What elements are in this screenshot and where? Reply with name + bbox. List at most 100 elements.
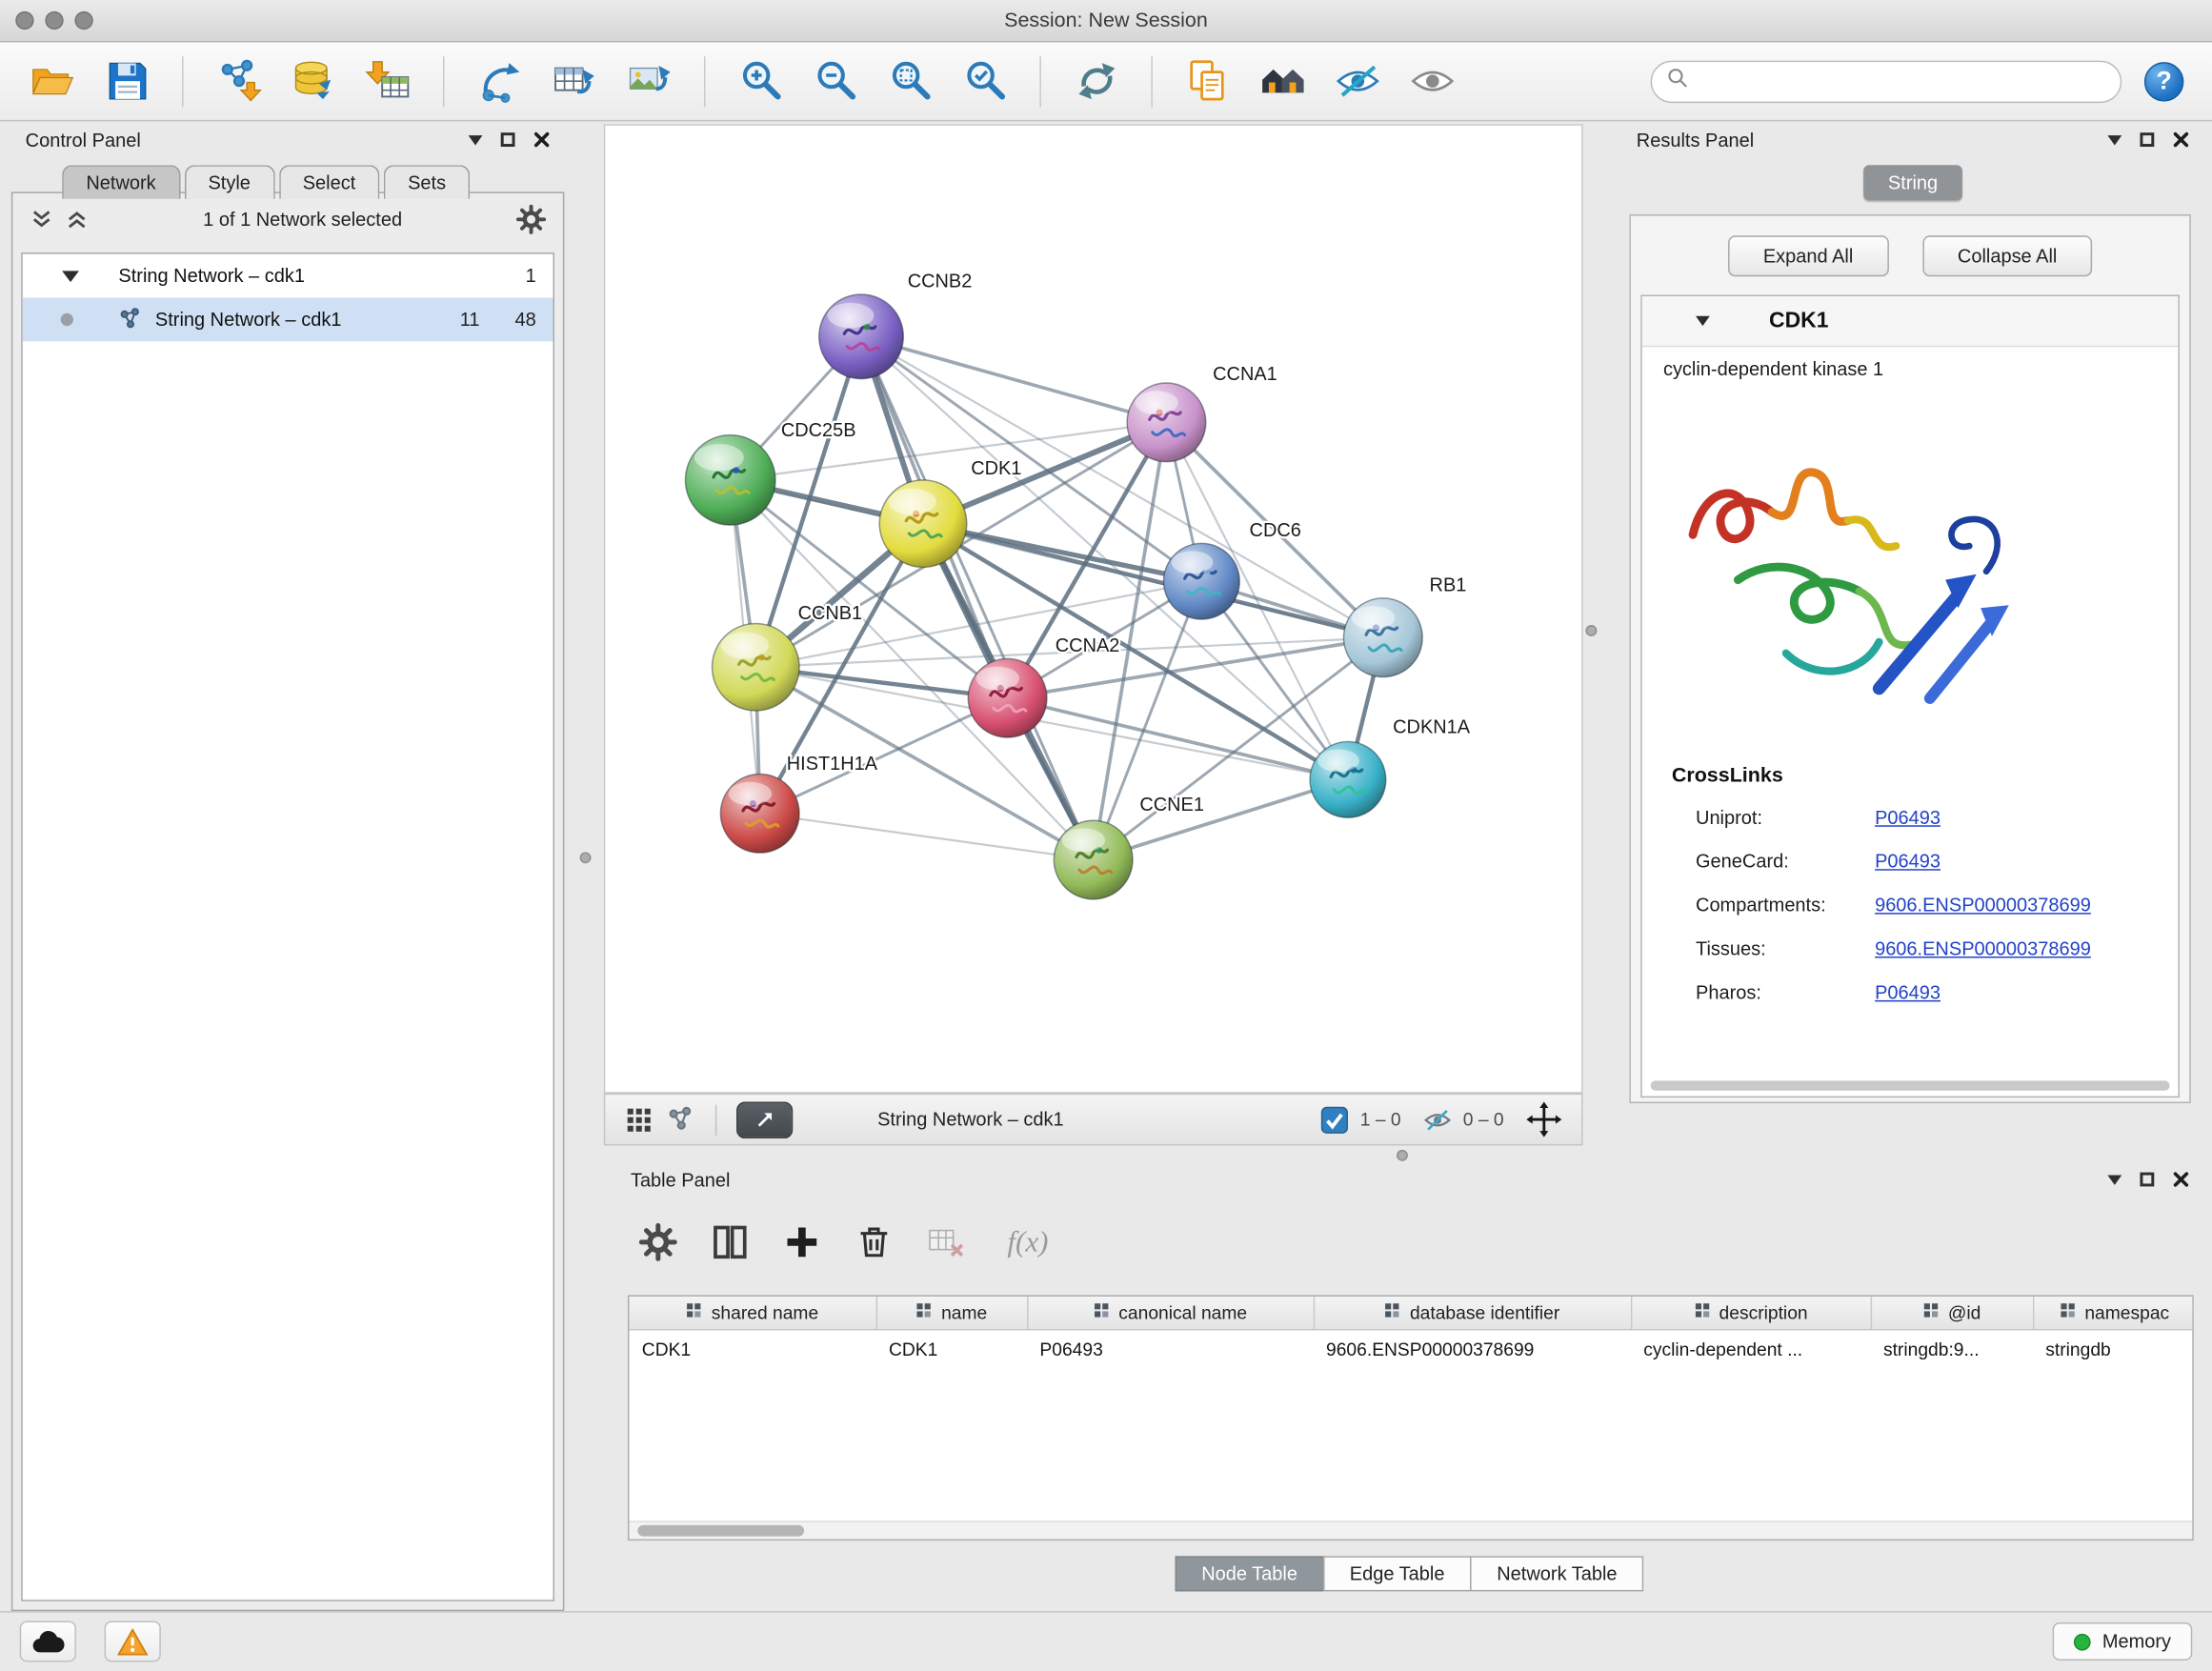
zoom-selected-button[interactable] (953, 50, 1017, 112)
search-box[interactable] (1651, 60, 2122, 102)
home-button[interactable] (1250, 50, 1315, 112)
crosslink-link[interactable]: 9606.ENSP00000378699 (1875, 938, 2091, 959)
table-cell[interactable]: CDK1 (629, 1330, 875, 1369)
export-network-button[interactable] (542, 50, 607, 112)
show-all-button[interactable] (1399, 50, 1464, 112)
string-results-tab[interactable]: String (1864, 165, 1962, 200)
grid-view-icon[interactable] (625, 1105, 654, 1134)
table-cell[interactable]: stringdb (2033, 1330, 2194, 1369)
expand-all-tree-icon[interactable] (30, 207, 53, 231)
delete-column-trash-icon[interactable] (855, 1222, 893, 1260)
network-canvas[interactable]: CCNB2CCNA1CDC25BCDK1CDC6RB1CCNB1CCNA2CDK… (604, 124, 1583, 1093)
panel-collapse-icon[interactable] (2107, 134, 2122, 144)
tab-edge-table[interactable]: Edge Table (1323, 1556, 1472, 1591)
panel-close-icon[interactable] (533, 131, 551, 149)
column-header-description[interactable]: description (1631, 1297, 1871, 1330)
copy-button[interactable] (1176, 50, 1240, 112)
network-node-CDC6[interactable] (1163, 543, 1239, 619)
column-header-name[interactable]: name (876, 1297, 1027, 1330)
network-graph[interactable]: CCNB2CCNA1CDC25BCDK1CDC6RB1CCNB1CCNA2CDK… (605, 126, 1581, 1092)
export-image-button[interactable] (616, 50, 681, 112)
table-horizontal-scrollbar[interactable] (629, 1520, 2192, 1539)
network-node-CDKN1A[interactable] (1310, 742, 1386, 818)
tab-node-table[interactable]: Node Table (1175, 1556, 1324, 1591)
network-node-CDC25B[interactable] (685, 435, 774, 525)
help-button[interactable]: ? (2144, 61, 2183, 100)
panel-close-icon[interactable] (2173, 131, 2190, 149)
refresh-button[interactable] (1064, 50, 1129, 112)
column-header-database-identifier[interactable]: database identifier (1314, 1297, 1631, 1330)
table-cell[interactable]: P06493 (1027, 1330, 1314, 1369)
function-builder-icon[interactable]: f(x) (1007, 1224, 1048, 1259)
network-overview-icon[interactable] (667, 1105, 695, 1134)
network-row[interactable]: String Network – cdk1 11 48 (23, 297, 553, 341)
tab-network-table[interactable]: Network Table (1470, 1556, 1644, 1591)
search-input[interactable] (1697, 70, 2105, 91)
collapse-all-button[interactable]: Collapse All (1922, 235, 2093, 276)
cloud-status-icon[interactable] (20, 1621, 76, 1662)
panel-collapse-icon[interactable] (2107, 1175, 2122, 1184)
network-node-HIST1H1A[interactable] (720, 774, 799, 853)
column-header-namespac[interactable]: namespac (2033, 1297, 2194, 1330)
tree-expander-icon[interactable] (62, 271, 79, 282)
collapse-all-tree-icon[interactable] (65, 207, 89, 231)
control-tab-sets[interactable]: Sets (384, 165, 470, 199)
gene-header[interactable]: CDK1 (1642, 296, 2179, 347)
table-cell[interactable]: CDK1 (876, 1330, 1027, 1369)
table-cell[interactable]: stringdb:9... (1871, 1330, 2033, 1369)
zoom-window-button[interactable] (74, 11, 92, 30)
network-node-CCNB1[interactable] (713, 623, 800, 711)
zoom-in-button[interactable] (728, 50, 793, 112)
open-session-button[interactable] (20, 50, 85, 112)
right-splitter-handle[interactable] (1585, 625, 1597, 636)
panel-close-icon[interactable] (2173, 1171, 2190, 1188)
selected-checkbox-icon[interactable] (1320, 1105, 1349, 1134)
table-cell[interactable]: cyclin-dependent ... (1631, 1330, 1871, 1369)
pan-crosshair-icon[interactable] (1526, 1102, 1561, 1137)
column-header--id[interactable]: @id (1871, 1297, 2033, 1330)
import-network-file-button[interactable] (206, 50, 271, 112)
import-table-button[interactable] (355, 50, 420, 112)
minimize-window-button[interactable] (45, 11, 63, 30)
control-tab-select[interactable]: Select (279, 165, 380, 199)
import-network-database-button[interactable] (281, 50, 346, 112)
crosslink-link[interactable]: P06493 (1875, 807, 1941, 828)
table-row[interactable]: CDK1CDK1P064939606.ENSP00000378699cyclin… (629, 1330, 2193, 1369)
control-tab-style[interactable]: Style (184, 165, 274, 199)
panel-float-icon[interactable] (2140, 1173, 2154, 1187)
hide-selected-button[interactable] (1325, 50, 1390, 112)
network-node-CDK1[interactable] (879, 480, 967, 568)
new-network-from-selection-button[interactable] (467, 50, 532, 112)
zoom-out-button[interactable] (803, 50, 868, 112)
show-columns-icon[interactable] (711, 1222, 749, 1260)
collapse-gene-icon[interactable] (1696, 316, 1710, 326)
horizontal-splitter-handle[interactable] (1397, 1150, 1408, 1161)
network-collection-row[interactable]: String Network – cdk1 1 (23, 254, 553, 298)
memory-button[interactable]: Memory (2053, 1622, 2192, 1661)
panel-collapse-icon[interactable] (469, 134, 483, 144)
panel-float-icon[interactable] (2140, 132, 2154, 147)
network-node-RB1[interactable] (1343, 598, 1422, 677)
network-options-gear-icon[interactable] (516, 204, 546, 233)
crosslink-link[interactable]: P06493 (1875, 851, 1941, 872)
scrollbar-thumb[interactable] (637, 1525, 804, 1537)
column-header-shared-name[interactable]: shared name (629, 1297, 875, 1330)
warning-icon[interactable] (105, 1621, 161, 1662)
table-settings-gear-icon[interactable] (639, 1222, 677, 1260)
network-node-CCNE1[interactable] (1054, 820, 1133, 899)
network-node-CCNA1[interactable] (1127, 383, 1206, 462)
expand-all-button[interactable]: Expand All (1728, 235, 1889, 276)
open-in-browser-button[interactable] (736, 1101, 793, 1138)
zoom-fit-button[interactable] (877, 50, 942, 112)
table-cell[interactable]: 9606.ENSP00000378699 (1314, 1330, 1631, 1369)
column-header-canonical-name[interactable]: canonical name (1027, 1297, 1314, 1330)
save-session-button[interactable] (94, 50, 159, 112)
control-tab-network[interactable]: Network (62, 165, 180, 199)
left-splitter-handle[interactable] (580, 852, 592, 863)
results-horizontal-scrollbar[interactable] (1651, 1080, 2170, 1090)
crosslink-link[interactable]: P06493 (1875, 982, 1941, 1003)
network-node-CCNB2[interactable] (819, 294, 904, 379)
hidden-eye-icon[interactable] (1423, 1105, 1452, 1134)
add-column-icon[interactable] (783, 1222, 821, 1260)
network-node-CCNA2[interactable] (968, 658, 1047, 737)
